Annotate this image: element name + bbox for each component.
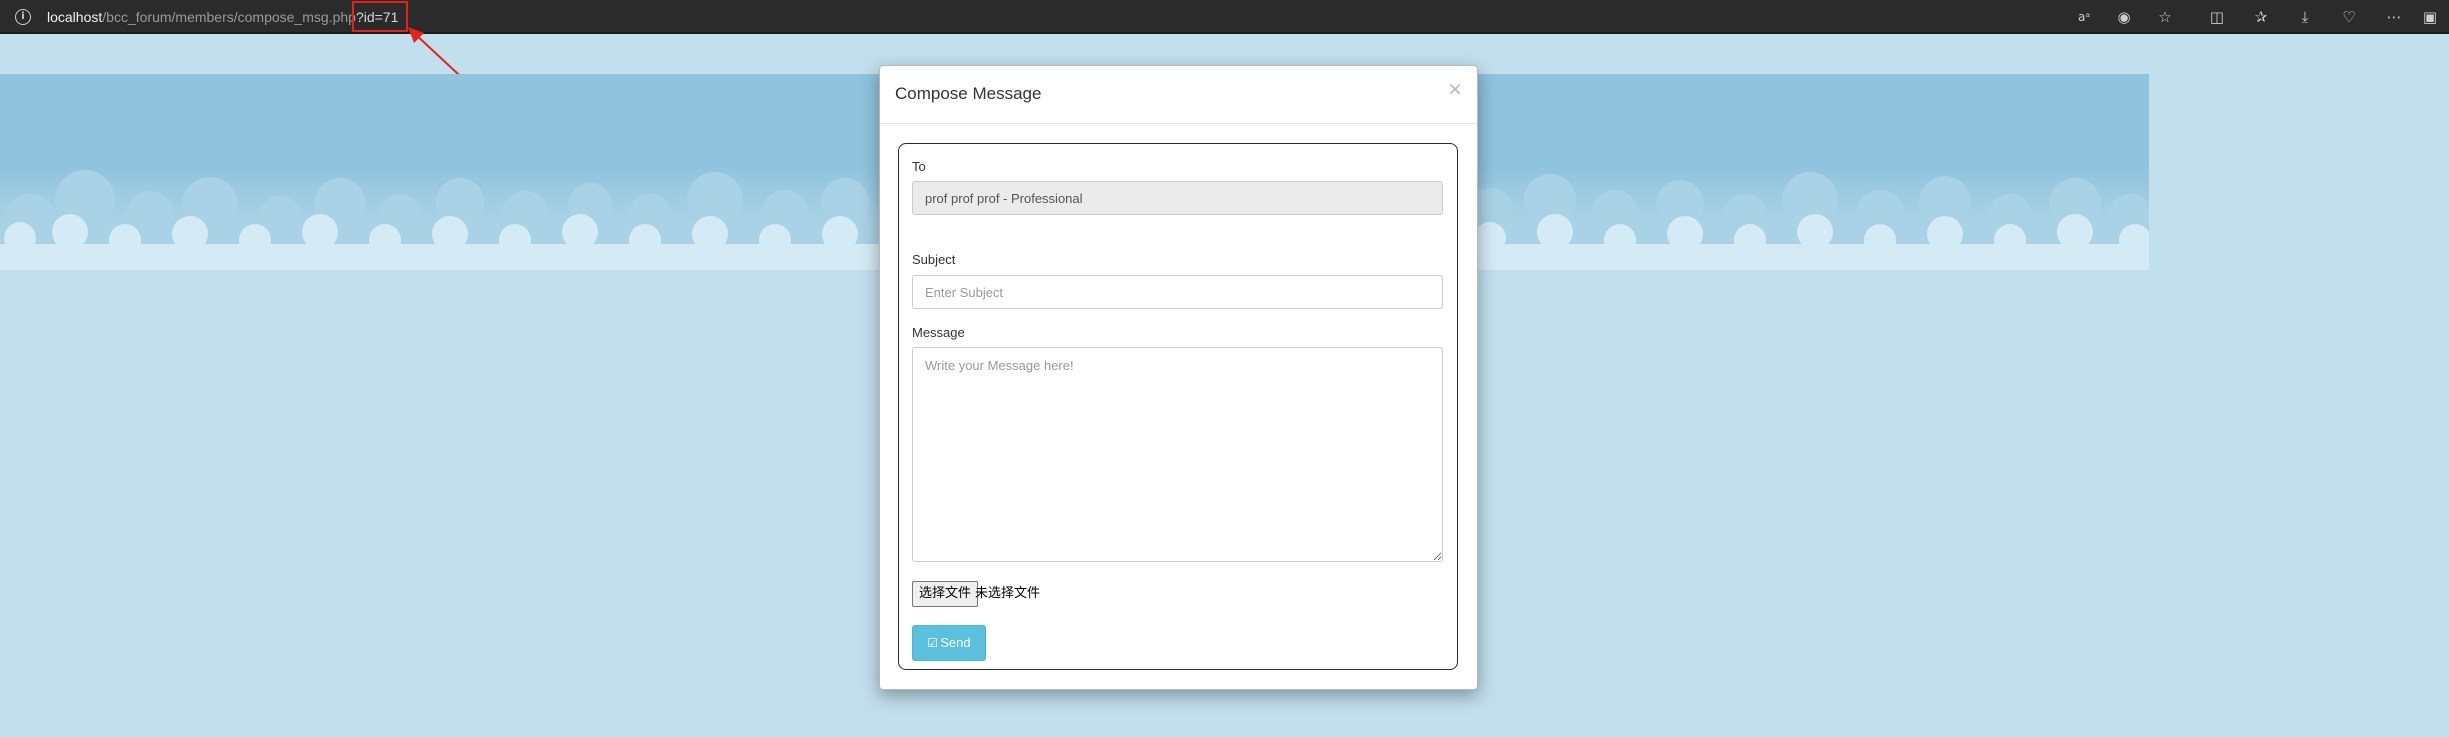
- read-aloud-icon[interactable]: a͏ᵃ: [2074, 7, 2094, 27]
- downloads-icon[interactable]: ⤓: [2295, 7, 2315, 27]
- send-label: Send: [940, 635, 971, 650]
- file-status: 未选择文件: [975, 586, 1041, 601]
- send-button[interactable]: ☑ Send: [912, 625, 986, 661]
- compose-form: To Subject Message 选择文件 未选择文件 ☑Send: [898, 143, 1458, 670]
- favorite-star-icon[interactable]: ☆: [2155, 7, 2175, 27]
- subject-label: Subject: [912, 252, 956, 267]
- tracking-icon[interactable]: ◉: [2114, 7, 2134, 27]
- more-icon[interactable]: ⋯: [2384, 7, 2404, 27]
- address-bar[interactable]: localhost/bcc_forum/members/compose_msg.…: [47, 9, 398, 25]
- modal-title: Compose Message: [895, 84, 1042, 103]
- sidebar-icon[interactable]: ▣: [2420, 7, 2440, 27]
- split-screen-icon[interactable]: ◫: [2207, 7, 2227, 27]
- to-label: To: [912, 159, 926, 174]
- modal-header: Compose Message ×: [880, 66, 1477, 124]
- close-button[interactable]: ×: [1447, 78, 1463, 100]
- check-square-icon: ☑: [927, 636, 939, 650]
- choose-file-button[interactable]: 选择文件: [912, 581, 979, 607]
- message-label: Message: [912, 325, 965, 340]
- favorites-icon[interactable]: ✰: [2251, 7, 2271, 27]
- compose-message-modal: Compose Message × To Subject Message 选择文…: [879, 65, 1478, 690]
- to-field: [912, 181, 1443, 215]
- site-info-icon[interactable]: i: [15, 9, 31, 25]
- url-path: /bcc_forum/members/compose_msg.php: [102, 9, 356, 25]
- subject-input[interactable]: [912, 275, 1443, 309]
- message-textarea[interactable]: [912, 347, 1443, 562]
- url-host: localhost: [47, 9, 103, 25]
- browser-essentials-icon[interactable]: ♡: [2339, 7, 2359, 27]
